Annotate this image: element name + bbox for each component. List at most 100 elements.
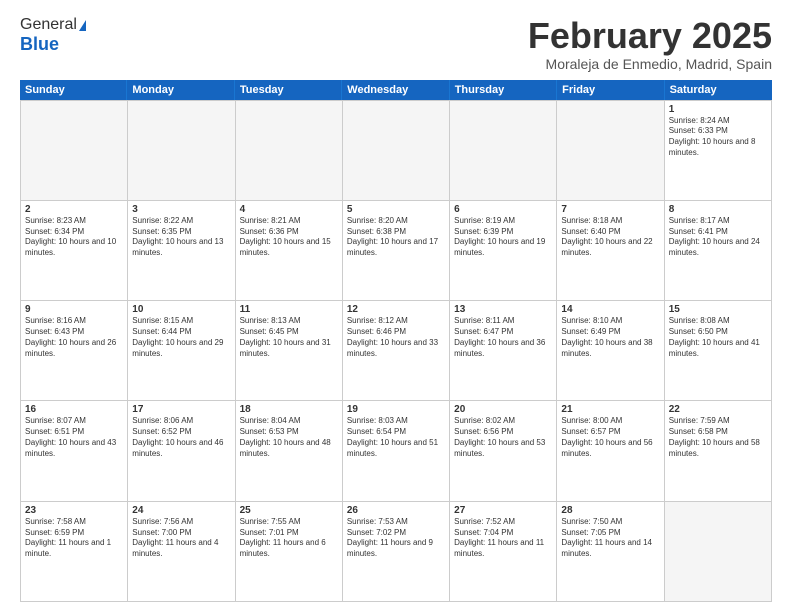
- day-cell-18: 18Sunrise: 8:04 AM Sunset: 6:53 PM Dayli…: [236, 401, 343, 501]
- empty-cell: [450, 101, 557, 201]
- day-cell-20: 20Sunrise: 8:02 AM Sunset: 6:56 PM Dayli…: [450, 401, 557, 501]
- day-number-20: 20: [454, 404, 552, 415]
- day-cell-28: 28Sunrise: 7:50 AM Sunset: 7:05 PM Dayli…: [557, 502, 664, 602]
- day-info-22: Sunrise: 7:59 AM Sunset: 6:58 PM Dayligh…: [669, 416, 767, 459]
- day-number-21: 21: [561, 404, 659, 415]
- calendar: Sunday Monday Tuesday Wednesday Thursday…: [20, 80, 772, 602]
- day-info-14: Sunrise: 8:10 AM Sunset: 6:49 PM Dayligh…: [561, 316, 659, 359]
- day-number-28: 28: [561, 505, 659, 516]
- day-info-11: Sunrise: 8:13 AM Sunset: 6:45 PM Dayligh…: [240, 316, 338, 359]
- day-info-24: Sunrise: 7:56 AM Sunset: 7:00 PM Dayligh…: [132, 517, 230, 560]
- day-info-6: Sunrise: 8:19 AM Sunset: 6:39 PM Dayligh…: [454, 216, 552, 259]
- day-cell-12: 12Sunrise: 8:12 AM Sunset: 6:46 PM Dayli…: [343, 301, 450, 401]
- week-row-3: 9Sunrise: 8:16 AM Sunset: 6:43 PM Daylig…: [21, 301, 772, 401]
- day-info-10: Sunrise: 8:15 AM Sunset: 6:44 PM Dayligh…: [132, 316, 230, 359]
- calendar-body: 1Sunrise: 8:24 AM Sunset: 6:33 PM Daylig…: [20, 100, 772, 602]
- day-number-7: 7: [561, 204, 659, 215]
- day-number-23: 23: [25, 505, 123, 516]
- day-cell-15: 15Sunrise: 8:08 AM Sunset: 6:50 PM Dayli…: [665, 301, 772, 401]
- day-cell-25: 25Sunrise: 7:55 AM Sunset: 7:01 PM Dayli…: [236, 502, 343, 602]
- day-info-15: Sunrise: 8:08 AM Sunset: 6:50 PM Dayligh…: [669, 316, 767, 359]
- empty-cell: [128, 101, 235, 201]
- day-number-4: 4: [240, 204, 338, 215]
- day-cell-21: 21Sunrise: 8:00 AM Sunset: 6:57 PM Dayli…: [557, 401, 664, 501]
- day-info-9: Sunrise: 8:16 AM Sunset: 6:43 PM Dayligh…: [25, 316, 123, 359]
- empty-cell: [665, 502, 772, 602]
- day-cell-9: 9Sunrise: 8:16 AM Sunset: 6:43 PM Daylig…: [21, 301, 128, 401]
- day-number-3: 3: [132, 204, 230, 215]
- day-info-20: Sunrise: 8:02 AM Sunset: 6:56 PM Dayligh…: [454, 416, 552, 459]
- day-cell-6: 6Sunrise: 8:19 AM Sunset: 6:39 PM Daylig…: [450, 201, 557, 301]
- day-info-8: Sunrise: 8:17 AM Sunset: 6:41 PM Dayligh…: [669, 216, 767, 259]
- header: General Blue February 2025 Moraleja de E…: [20, 16, 772, 72]
- day-cell-11: 11Sunrise: 8:13 AM Sunset: 6:45 PM Dayli…: [236, 301, 343, 401]
- day-cell-2: 2Sunrise: 8:23 AM Sunset: 6:34 PM Daylig…: [21, 201, 128, 301]
- day-cell-26: 26Sunrise: 7:53 AM Sunset: 7:02 PM Dayli…: [343, 502, 450, 602]
- day-info-28: Sunrise: 7:50 AM Sunset: 7:05 PM Dayligh…: [561, 517, 659, 560]
- day-cell-7: 7Sunrise: 8:18 AM Sunset: 6:40 PM Daylig…: [557, 201, 664, 301]
- day-info-17: Sunrise: 8:06 AM Sunset: 6:52 PM Dayligh…: [132, 416, 230, 459]
- day-info-2: Sunrise: 8:23 AM Sunset: 6:34 PM Dayligh…: [25, 216, 123, 259]
- day-number-14: 14: [561, 304, 659, 315]
- calendar-header: Sunday Monday Tuesday Wednesday Thursday…: [20, 80, 772, 100]
- day-info-7: Sunrise: 8:18 AM Sunset: 6:40 PM Dayligh…: [561, 216, 659, 259]
- day-cell-23: 23Sunrise: 7:58 AM Sunset: 6:59 PM Dayli…: [21, 502, 128, 602]
- day-cell-13: 13Sunrise: 8:11 AM Sunset: 6:47 PM Dayli…: [450, 301, 557, 401]
- day-info-19: Sunrise: 8:03 AM Sunset: 6:54 PM Dayligh…: [347, 416, 445, 459]
- day-info-16: Sunrise: 8:07 AM Sunset: 6:51 PM Dayligh…: [25, 416, 123, 459]
- day-info-27: Sunrise: 7:52 AM Sunset: 7:04 PM Dayligh…: [454, 517, 552, 560]
- day-number-1: 1: [669, 104, 767, 115]
- day-cell-8: 8Sunrise: 8:17 AM Sunset: 6:41 PM Daylig…: [665, 201, 772, 301]
- logo-general: General: [20, 16, 77, 34]
- header-monday: Monday: [127, 80, 234, 100]
- day-cell-4: 4Sunrise: 8:21 AM Sunset: 6:36 PM Daylig…: [236, 201, 343, 301]
- day-cell-1: 1Sunrise: 8:24 AM Sunset: 6:33 PM Daylig…: [665, 101, 772, 201]
- day-info-26: Sunrise: 7:53 AM Sunset: 7:02 PM Dayligh…: [347, 517, 445, 560]
- day-info-4: Sunrise: 8:21 AM Sunset: 6:36 PM Dayligh…: [240, 216, 338, 259]
- day-number-13: 13: [454, 304, 552, 315]
- day-cell-10: 10Sunrise: 8:15 AM Sunset: 6:44 PM Dayli…: [128, 301, 235, 401]
- header-wednesday: Wednesday: [342, 80, 449, 100]
- day-number-26: 26: [347, 505, 445, 516]
- day-cell-17: 17Sunrise: 8:06 AM Sunset: 6:52 PM Dayli…: [128, 401, 235, 501]
- empty-cell: [21, 101, 128, 201]
- day-number-10: 10: [132, 304, 230, 315]
- logo: General Blue: [20, 16, 86, 55]
- day-number-5: 5: [347, 204, 445, 215]
- location: Moraleja de Enmedio, Madrid, Spain: [528, 56, 772, 72]
- day-cell-24: 24Sunrise: 7:56 AM Sunset: 7:00 PM Dayli…: [128, 502, 235, 602]
- day-cell-22: 22Sunrise: 7:59 AM Sunset: 6:58 PM Dayli…: [665, 401, 772, 501]
- day-info-1: Sunrise: 8:24 AM Sunset: 6:33 PM Dayligh…: [669, 116, 767, 159]
- day-info-5: Sunrise: 8:20 AM Sunset: 6:38 PM Dayligh…: [347, 216, 445, 259]
- day-number-12: 12: [347, 304, 445, 315]
- day-number-25: 25: [240, 505, 338, 516]
- header-tuesday: Tuesday: [235, 80, 342, 100]
- day-info-18: Sunrise: 8:04 AM Sunset: 6:53 PM Dayligh…: [240, 416, 338, 459]
- day-number-17: 17: [132, 404, 230, 415]
- week-row-5: 23Sunrise: 7:58 AM Sunset: 6:59 PM Dayli…: [21, 502, 772, 602]
- day-info-23: Sunrise: 7:58 AM Sunset: 6:59 PM Dayligh…: [25, 517, 123, 560]
- empty-cell: [343, 101, 450, 201]
- day-info-12: Sunrise: 8:12 AM Sunset: 6:46 PM Dayligh…: [347, 316, 445, 359]
- day-number-22: 22: [669, 404, 767, 415]
- day-cell-19: 19Sunrise: 8:03 AM Sunset: 6:54 PM Dayli…: [343, 401, 450, 501]
- day-number-16: 16: [25, 404, 123, 415]
- day-cell-5: 5Sunrise: 8:20 AM Sunset: 6:38 PM Daylig…: [343, 201, 450, 301]
- day-info-3: Sunrise: 8:22 AM Sunset: 6:35 PM Dayligh…: [132, 216, 230, 259]
- week-row-1: 1Sunrise: 8:24 AM Sunset: 6:33 PM Daylig…: [21, 101, 772, 201]
- week-row-2: 2Sunrise: 8:23 AM Sunset: 6:34 PM Daylig…: [21, 201, 772, 301]
- header-friday: Friday: [557, 80, 664, 100]
- day-info-21: Sunrise: 8:00 AM Sunset: 6:57 PM Dayligh…: [561, 416, 659, 459]
- title-area: February 2025 Moraleja de Enmedio, Madri…: [528, 16, 772, 72]
- day-number-27: 27: [454, 505, 552, 516]
- page: General Blue February 2025 Moraleja de E…: [0, 0, 792, 612]
- week-row-4: 16Sunrise: 8:07 AM Sunset: 6:51 PM Dayli…: [21, 401, 772, 501]
- header-saturday: Saturday: [665, 80, 772, 100]
- day-number-9: 9: [25, 304, 123, 315]
- day-number-19: 19: [347, 404, 445, 415]
- header-sunday: Sunday: [20, 80, 127, 100]
- header-thursday: Thursday: [450, 80, 557, 100]
- day-cell-3: 3Sunrise: 8:22 AM Sunset: 6:35 PM Daylig…: [128, 201, 235, 301]
- logo-blue: Blue: [20, 34, 59, 55]
- day-info-25: Sunrise: 7:55 AM Sunset: 7:01 PM Dayligh…: [240, 517, 338, 560]
